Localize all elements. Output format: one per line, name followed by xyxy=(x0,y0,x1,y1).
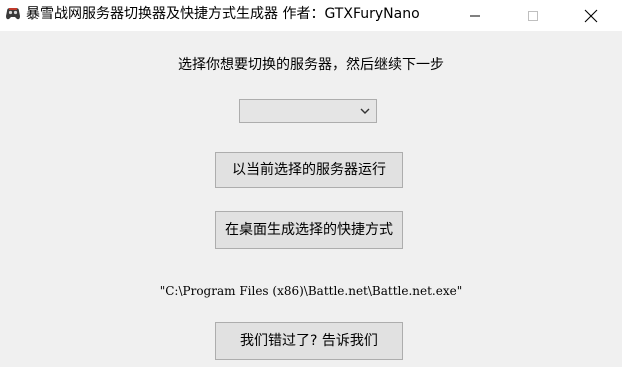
gamepad-icon xyxy=(6,8,20,20)
battle-net-path: "C:\Program Files (x86)\Battle.net\Battl… xyxy=(159,284,463,298)
server-prompt: 选择你想要切换的服务器，然后继续下一步 xyxy=(178,57,444,73)
server-select[interactable] xyxy=(239,99,377,123)
create-shortcut-button[interactable]: 在桌面生成选择的快捷方式 xyxy=(215,211,403,249)
minimize-icon xyxy=(470,15,480,16)
minimize-button[interactable] xyxy=(452,0,498,31)
title-bar[interactable]: 暴雪战网服务器切换器及快捷方式生成器 作者：GTXFuryNano xyxy=(0,0,622,31)
close-button[interactable] xyxy=(568,0,614,31)
run-with-server-button[interactable]: 以当前选择的服务器运行 xyxy=(215,152,403,188)
close-icon xyxy=(584,9,598,22)
chevron-down-icon xyxy=(360,108,370,114)
maximize-button[interactable] xyxy=(510,0,556,31)
window-title: 暴雪战网服务器切换器及快捷方式生成器 作者：GTXFuryNano xyxy=(26,6,420,22)
report-missing-button[interactable]: 我们错过了? 告诉我们 xyxy=(215,322,403,360)
maximize-icon xyxy=(528,10,538,21)
